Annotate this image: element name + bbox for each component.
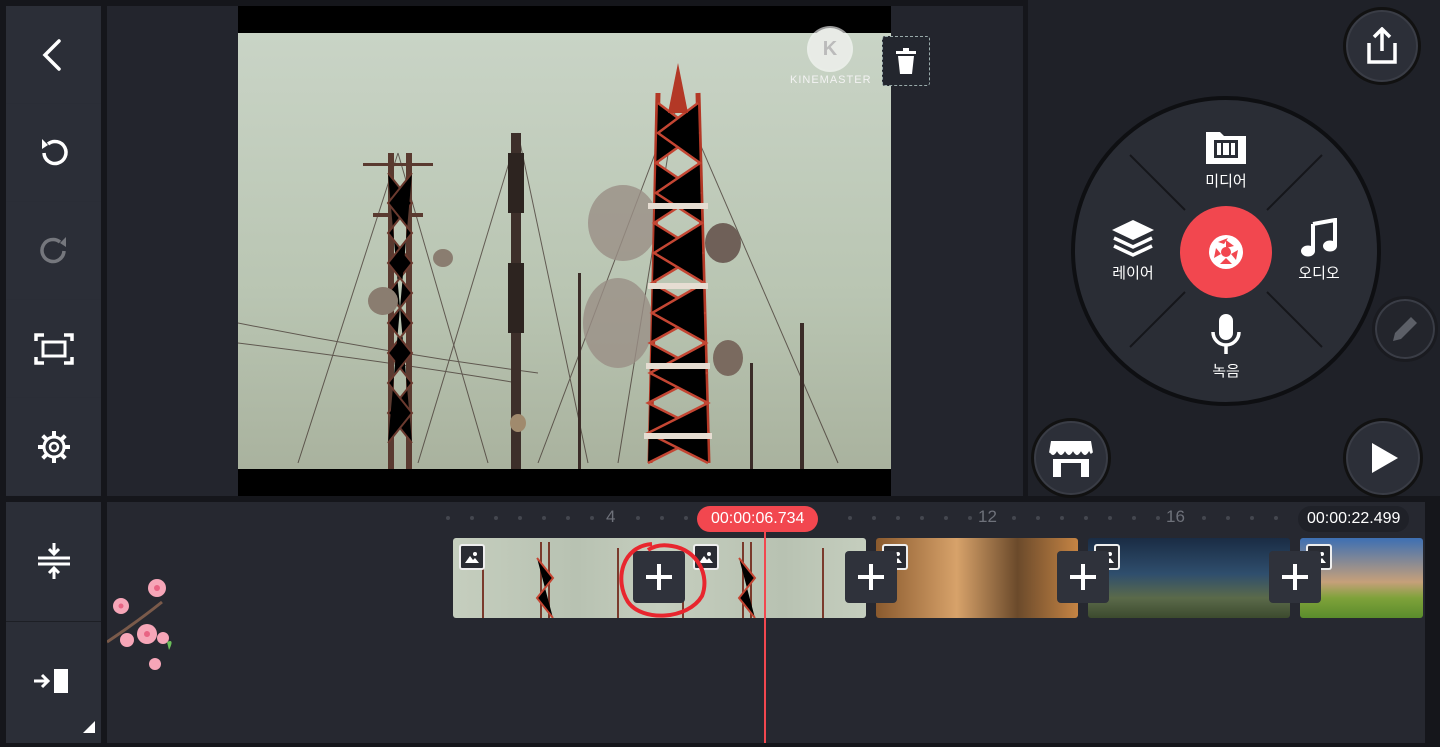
- ruler-dot: [944, 516, 948, 520]
- kinemaster-logo: K: [809, 28, 851, 70]
- watermark-text: KINEMASTER: [790, 74, 872, 86]
- share-icon: [1367, 27, 1397, 64]
- media-folder-icon: [1206, 132, 1246, 164]
- ruler-label: 12: [978, 507, 997, 526]
- corner-indicator-icon: [83, 721, 95, 733]
- ruler-dot: [896, 516, 900, 520]
- ruler-dot: [1274, 516, 1278, 520]
- ruler-dot: [1132, 516, 1136, 520]
- watermark: K KINEMASTER: [790, 28, 872, 98]
- playhead[interactable]: [764, 530, 766, 743]
- ruler-dot: [660, 516, 664, 520]
- add-transition-button[interactable]: [845, 551, 897, 603]
- fullscreen-icon: [33, 332, 74, 365]
- export-button[interactable]: [1343, 7, 1421, 85]
- trash-icon: [896, 48, 916, 74]
- image-clip-badge: [459, 544, 485, 570]
- plus-icon: [1070, 564, 1096, 590]
- redo-button[interactable]: [6, 202, 101, 299]
- ruler-dot: [920, 516, 924, 520]
- ruler-dot: [518, 516, 522, 520]
- antenna-towers-image: [238, 63, 839, 469]
- play-button[interactable]: [1343, 418, 1423, 498]
- ruler-dot: [566, 516, 570, 520]
- play-icon: [1372, 443, 1398, 473]
- ruler-dot: [636, 516, 640, 520]
- add-transition-button[interactable]: [1057, 551, 1109, 603]
- camera-record-button[interactable]: [1180, 206, 1272, 298]
- ruler-dot: [446, 516, 450, 520]
- ruler-dot: [1036, 516, 1040, 520]
- ruler-dot: [1250, 516, 1254, 520]
- ruler-dot: [968, 516, 972, 520]
- layer-button[interactable]: 레이어: [1088, 218, 1178, 283]
- total-time: 00:00:22.499: [1298, 506, 1410, 532]
- layers-icon: [1112, 220, 1154, 257]
- music-note-icon: [1301, 217, 1337, 257]
- expand-vertical-icon: [37, 543, 70, 579]
- fullscreen-button[interactable]: [6, 300, 101, 397]
- jump-to-end-icon: [33, 668, 68, 693]
- ruler-dot: [1108, 516, 1112, 520]
- ruler-dot: [542, 516, 546, 520]
- media-button[interactable]: 미디어: [1181, 126, 1271, 191]
- record-audio-button[interactable]: 녹음: [1181, 312, 1271, 381]
- ruler-dot: [684, 516, 688, 520]
- preview-frame-image: [238, 33, 891, 469]
- timeline-expand-button[interactable]: [6, 502, 101, 620]
- microphone-icon: [1211, 314, 1241, 354]
- ruler-dot: [1202, 516, 1206, 520]
- layer-label: 레이어: [1112, 265, 1154, 282]
- plus-icon: [858, 564, 884, 590]
- asset-store-button[interactable]: [1031, 418, 1111, 498]
- audio-button[interactable]: 오디오: [1274, 217, 1364, 283]
- ruler-dot: [848, 516, 852, 520]
- plus-icon: [1282, 564, 1308, 590]
- undo-button[interactable]: [6, 104, 101, 201]
- pencil-icon: [1393, 317, 1417, 341]
- ruler-dot: [470, 516, 474, 520]
- red-circle-annotation: [619, 542, 707, 618]
- audio-label: 오디오: [1298, 265, 1340, 282]
- edit-button[interactable]: [1372, 296, 1438, 362]
- ruler-dot: [1156, 516, 1160, 520]
- ruler-dot: [494, 516, 498, 520]
- ruler-dot: [1226, 516, 1230, 520]
- delete-watermark-button[interactable]: [882, 36, 930, 86]
- ruler-label: 16: [1166, 507, 1185, 526]
- clip-lighthouse[interactable]: [1088, 538, 1290, 618]
- cherry-blossom-sticker: [107, 579, 172, 670]
- ruler-dot: [1012, 516, 1016, 520]
- back-button[interactable]: [6, 6, 101, 103]
- image-icon: [465, 552, 479, 563]
- undo-icon: [41, 138, 68, 165]
- chevron-left-icon: [42, 38, 61, 71]
- ruler-dot: [1060, 516, 1064, 520]
- ruler-dot: [1084, 516, 1088, 520]
- gear-icon: [37, 430, 70, 463]
- ruler-label: 4: [606, 507, 616, 526]
- aperture-icon: [1209, 235, 1243, 269]
- current-time: 00:00:06.734: [697, 506, 819, 532]
- settings-button[interactable]: [6, 398, 101, 495]
- redo-icon: [39, 236, 66, 263]
- record-audio-label: 녹음: [1212, 363, 1240, 380]
- media-label: 미디어: [1205, 173, 1247, 190]
- store-icon: [1048, 441, 1094, 477]
- ruler-dot: [872, 516, 876, 520]
- clip-autumn-road[interactable]: [876, 538, 1078, 618]
- jump-to-end-button[interactable]: [6, 622, 101, 739]
- ruler-dot: [590, 516, 594, 520]
- add-transition-button[interactable]: [1269, 551, 1321, 603]
